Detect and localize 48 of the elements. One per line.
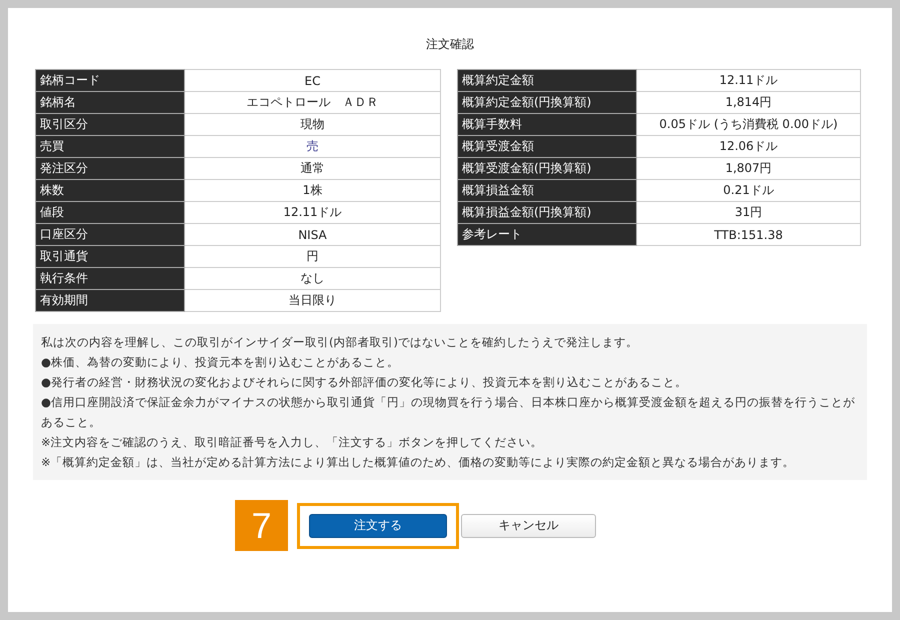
row-label: 売買 (36, 136, 184, 158)
row-value: 0.05ドル (うち消費税 0.00ドル) (636, 114, 860, 136)
row-label: 参考レート (458, 224, 636, 246)
notice-text: ●発行者の経営・財務状況の変化およびそれらに関する外部評価の変化等により、投資元本を割り込むことがあること。 (41, 374, 688, 391)
row-value: 現物 (184, 114, 440, 136)
row-label: 概算手数料 (458, 114, 636, 136)
page-title: 注文確認 (425, 36, 475, 53)
row-label: 有効期間 (36, 290, 184, 312)
row-label: 執行条件 (36, 268, 184, 290)
order-button[interactable]: 注文する (309, 514, 447, 538)
row-label: 概算受渡金額 (458, 136, 636, 158)
row-label: 値段 (36, 202, 184, 224)
notice-text: ●信用口座開設済で保証金余力がマイナスの状態から取引通貨「円」の現物買を行う場合、日本株口座から概算受渡金額を超える円の振替を行うことがあること。 (41, 394, 856, 431)
row-label: 取引通貨 (36, 246, 184, 268)
row-label: 概算約定金額 (458, 70, 636, 92)
row-value: EC (184, 70, 440, 92)
row-value: なし (184, 268, 440, 290)
row-label: 銘柄コード (36, 70, 184, 92)
step-badge: 7 (235, 500, 288, 551)
row-label: 株数 (36, 180, 184, 202)
row-value: 12.11ドル (636, 70, 860, 92)
row-label: 概算損益金額 (458, 180, 636, 202)
row-value: 売 (184, 136, 440, 158)
row-label: 概算受渡金額(円換算額) (458, 158, 636, 180)
row-label: 口座区分 (36, 224, 184, 246)
cancel-button[interactable]: キャンセル (461, 514, 596, 538)
row-value: NISA (184, 224, 440, 246)
row-value: エコペトロール ＡＤＲ (184, 92, 440, 114)
row-value: 1,807円 (636, 158, 860, 180)
row-label: 概算約定金額(円換算額) (458, 92, 636, 114)
row-value: 円 (184, 246, 440, 268)
notice-text: ※「概算約定金額」は、当社が定める計算方法により算出した概算値のため、価格の変動等により実際の約定金額と異なる場合があります。 (41, 454, 796, 471)
row-value: TTB:151.38 (636, 224, 860, 246)
row-label: 概算損益金額(円換算額) (458, 202, 636, 224)
notice-text: ●株価、為替の変動により、投資元本を割り込むことがあること。 (41, 354, 400, 371)
row-value: 当日限り (184, 290, 440, 312)
row-value: 通常 (184, 158, 440, 180)
row-value: 0.21ドル (636, 180, 860, 202)
row-label: 取引区分 (36, 114, 184, 136)
row-label: 銘柄名 (36, 92, 184, 114)
row-label: 発注区分 (36, 158, 184, 180)
notice-text: ※注文内容をご確認のうえ、取引暗証番号を入力し、「注文する」ボタンを押してください。 (41, 434, 544, 451)
row-value: 12.06ドル (636, 136, 860, 158)
row-value: 1株 (184, 180, 440, 202)
row-value: 31円 (636, 202, 860, 224)
row-value: 1,814円 (636, 92, 860, 114)
row-value: 12.11ドル (184, 202, 440, 224)
notice-text: 私は次の内容を理解し、この取引がインサイダー取引(内部者取引)ではないことを確約したうえで発注します。 (41, 334, 639, 351)
